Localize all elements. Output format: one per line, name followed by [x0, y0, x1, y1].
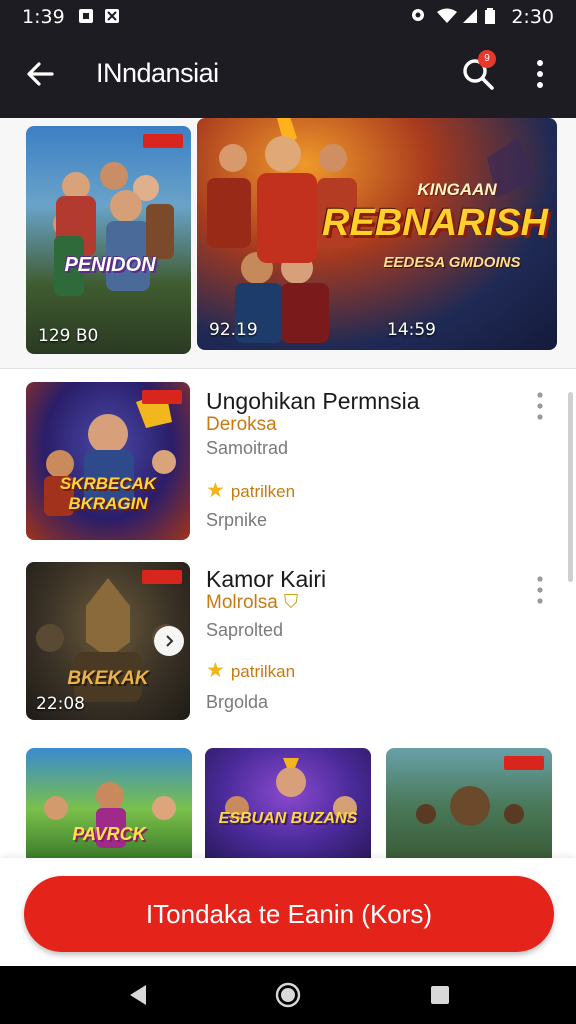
grid-card-art-title: PAVRCK — [72, 824, 146, 844]
status-time: 1:39 — [22, 6, 65, 28]
hero-right-art-title: REBNARISH — [322, 202, 548, 244]
nav-home-icon[interactable] — [273, 980, 303, 1010]
list-item-thumbnail[interactable]: SKRBECAK BKRAGIN — [26, 382, 190, 540]
list-item-meta: Saprolted — [206, 620, 284, 640]
list-item-artwork — [44, 392, 176, 516]
hero-card-left[interactable]: PENIDON 129 B0 — [26, 126, 191, 354]
star-icon: ★ — [206, 479, 225, 502]
list-item[interactable]: BKEKAK 22:08 Kamor Kairi Molrolsa ⛉ Sapro… — [0, 562, 576, 732]
grid-card-artwork — [225, 758, 357, 820]
list-item-rating-text: patrilkan — [230, 662, 296, 681]
scrollbar[interactable] — [568, 392, 573, 582]
list-item-subtitle: Deroksa — [206, 414, 277, 435]
list-item[interactable]: SKRBECAK BKRAGIN Ungohikan Permnsia Dero… — [0, 382, 576, 552]
list-item-badge — [142, 390, 182, 404]
list-item-title: Ungohikan Permnsia — [206, 388, 420, 414]
grid-card[interactable]: PAVRCK — [26, 748, 192, 860]
back-arrow-icon[interactable] — [22, 56, 58, 92]
hero-left-artwork — [53, 162, 174, 296]
hero-right-label-right: 14:59 — [387, 320, 436, 340]
page-title: INndansiai — [96, 58, 219, 88]
cta-area: ITondaka te Eanin (Kors) — [0, 858, 576, 966]
location-icon — [412, 9, 424, 21]
list-item-footer: Brgolda — [206, 692, 269, 712]
list-item-thumbnail[interactable]: BKEKAK 22:08 — [26, 562, 190, 720]
nav-back-icon[interactable] — [124, 980, 154, 1010]
list-item-subtitle-text: Molrolsa — [206, 592, 278, 613]
list-item-rating-text: patrilken — [230, 482, 296, 501]
live-badge — [143, 134, 183, 148]
grid-card[interactable]: ESBUAN BUZANS — [205, 748, 371, 860]
nav-recents-icon[interactable] — [425, 980, 455, 1010]
chevron-right-icon — [166, 635, 174, 647]
hero-left-art-title: PENIDON — [64, 254, 156, 276]
more-vert-icon[interactable] — [530, 572, 550, 608]
list-item-meta: Samoitrad — [206, 438, 289, 458]
list-item-rating: ★ patrilkan — [206, 658, 295, 683]
list-item-badge — [142, 570, 182, 584]
status-clock: 2:30 — [511, 6, 554, 28]
hero-right-art-sub: EEDESA GMDOINS — [383, 254, 521, 271]
section-divider — [0, 368, 576, 369]
hero-right-label-left: 92.19 — [209, 320, 258, 340]
signal-icon — [463, 9, 477, 23]
list-item-rating: ★ patrilken — [206, 478, 295, 503]
list-item-title: Kamor Kairi — [206, 566, 327, 592]
shield-icon: ⛉ — [283, 592, 299, 613]
star-icon: ★ — [206, 659, 225, 682]
list-item-art-title: SKRBECAK BKRAGIN — [59, 474, 157, 513]
grid-card-art-title: ESBUAN BUZANS — [218, 810, 358, 827]
hero-right-art-top: KINGAAN — [417, 180, 497, 199]
hero-card-right[interactable]: KINGAAN REBNARISH EEDESA GMDOINS 92.19 1… — [197, 118, 557, 350]
system-nav-bar — [0, 966, 576, 1024]
app-bar: INndansiai 9 — [0, 34, 576, 118]
notification-square-icon — [79, 9, 93, 23]
duration-label: 22:08 — [36, 694, 85, 714]
battery-icon — [485, 8, 495, 24]
cta-button[interactable]: ITondaka te Eanin (Kors) — [24, 876, 554, 952]
app-notification-icon — [105, 9, 119, 23]
status-bar: 1:39 2:30 — [0, 0, 576, 34]
list-item-subtitle: Molrolsa ⛉ — [206, 592, 298, 614]
hero-left-label: 129 B0 — [38, 326, 99, 346]
hero-section: PENIDON 129 B0 KINGAAN REBNARISH EEDESA … — [0, 118, 576, 368]
list-item-art-title: BKEKAK — [67, 668, 149, 689]
notification-badge: 9 — [478, 50, 496, 68]
grid-card[interactable] — [386, 748, 552, 860]
list-item-footer: Srpnike — [206, 510, 268, 530]
more-vert-icon[interactable] — [530, 56, 550, 92]
more-vert-icon[interactable] — [530, 388, 550, 424]
wifi-icon — [437, 8, 457, 23]
grid-card-badge — [504, 756, 544, 770]
